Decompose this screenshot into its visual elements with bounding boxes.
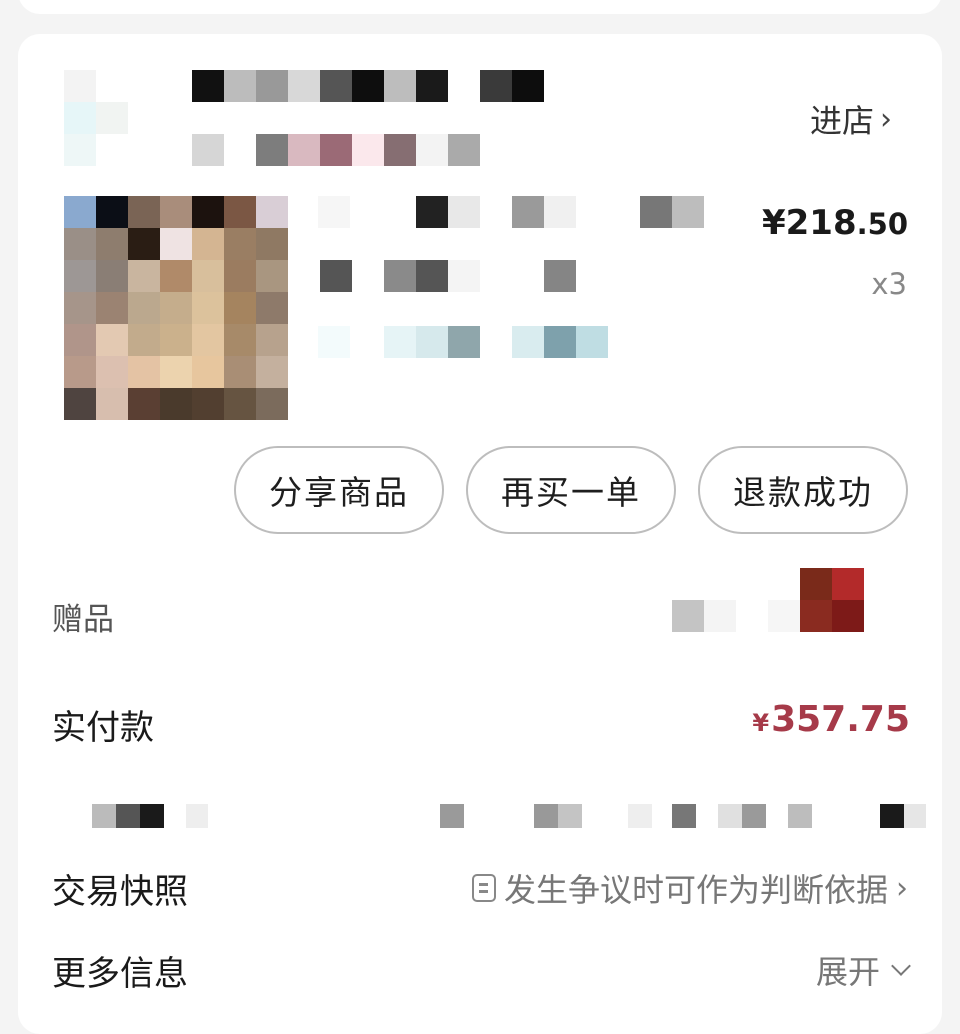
currency-symbol: ¥ (752, 709, 770, 737)
price-decimal: .50 (856, 207, 908, 241)
trade-snapshot-note: 发生争议时可作为判断依据 (503, 871, 888, 909)
payment-label: 实付款 (52, 708, 154, 748)
more-info-label: 更多信息 (52, 954, 188, 994)
refund-success-button[interactable]: 退款成功 (698, 446, 908, 534)
previous-card-edge (18, 0, 942, 14)
order-info-redacted (0, 804, 960, 828)
expand-label: 展开 (815, 953, 880, 991)
price-integer: ¥218 (761, 203, 857, 243)
payment-amount-value: 357.75 (771, 699, 910, 740)
gift-item-redacted[interactable] (672, 568, 872, 634)
trade-snapshot-label: 交易快照 (52, 872, 188, 912)
payment-amount: ¥357.75 (752, 699, 910, 740)
buy-again-button[interactable]: 再买一单 (466, 446, 676, 534)
chevron-down-icon (891, 956, 911, 976)
document-icon (471, 874, 496, 902)
gift-label: 赠品 (52, 602, 114, 638)
enter-shop-link[interactable]: 进店 › (810, 96, 892, 142)
shop-name-redacted (18, 34, 718, 174)
chevron-right-icon: › (896, 870, 908, 906)
expand-more-info-toggle[interactable]: 展开 (815, 947, 911, 993)
enter-shop-label: 进店 (809, 102, 874, 140)
product-quantity: x3 (871, 267, 907, 301)
product-thumbnail[interactable] (64, 196, 288, 420)
trade-snapshot-link[interactable]: 发生争议时可作为判断依据 › (471, 865, 908, 911)
share-product-button[interactable]: 分享商品 (234, 446, 444, 534)
product-price: ¥218.50 (762, 203, 908, 243)
chevron-right-icon: › (880, 101, 892, 137)
product-title-redacted (318, 196, 738, 360)
